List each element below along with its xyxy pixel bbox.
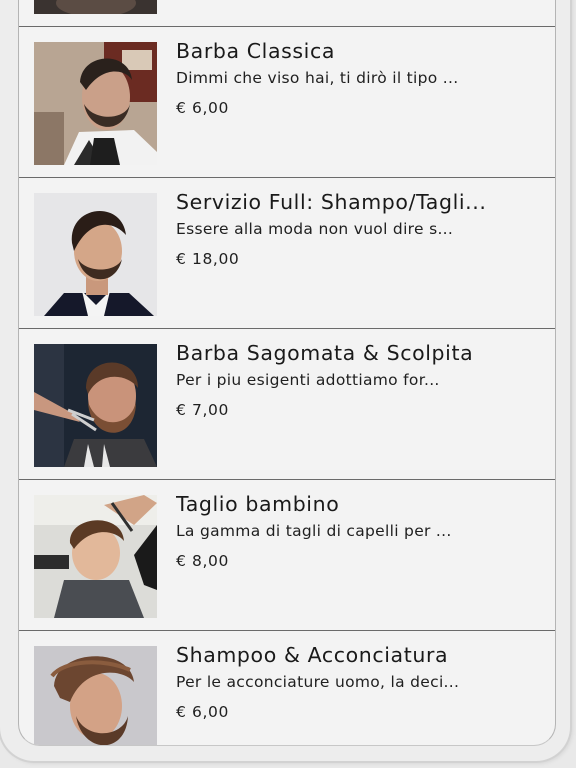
service-title: Barba Classica bbox=[176, 39, 336, 63]
service-price: € 18,00 bbox=[176, 250, 240, 268]
list-item[interactable]: Taglio bambino La gamma di tagli di cape… bbox=[19, 479, 555, 630]
list-item[interactable]: Barba Sagomata & Scolpita Per i piu esig… bbox=[19, 328, 555, 479]
service-title: Shampoo & Acconciatura bbox=[176, 643, 449, 667]
service-thumbnail bbox=[34, 646, 157, 745]
list-item[interactable]: Servizio Full: Shampo/Tagli... Essere al… bbox=[19, 177, 555, 328]
list-item[interactable]: Barba Classica Dimmi che viso hai, ti di… bbox=[19, 26, 555, 177]
service-title: Barba Sagomata & Scolpita bbox=[176, 341, 474, 365]
list-item[interactable]: Shampoo & Acconciatura Per le acconciatu… bbox=[19, 630, 555, 745]
service-thumbnail bbox=[34, 495, 157, 618]
service-thumbnail bbox=[34, 344, 157, 467]
service-description: Per i piu esigenti adottiamo for... bbox=[176, 371, 440, 389]
service-price: € 7,00 bbox=[176, 401, 229, 419]
list-item[interactable] bbox=[19, 0, 555, 26]
service-description: Essere alla moda non vuol dire s... bbox=[176, 220, 454, 238]
service-thumbnail bbox=[34, 42, 157, 165]
service-price: € 6,00 bbox=[176, 703, 229, 721]
service-thumbnail bbox=[34, 0, 157, 14]
service-price: € 8,00 bbox=[176, 552, 229, 570]
service-description: Dimmi che viso hai, ti dirò il tipo ... bbox=[176, 69, 459, 87]
service-price: € 6,00 bbox=[176, 99, 229, 117]
service-title: Servizio Full: Shampo/Tagli... bbox=[176, 190, 487, 214]
service-title: Taglio bambino bbox=[176, 492, 340, 516]
service-description: La gamma di tagli di capelli per ... bbox=[176, 522, 452, 540]
services-list[interactable]: Barba Classica Dimmi che viso hai, ti di… bbox=[18, 0, 556, 746]
service-thumbnail bbox=[34, 193, 157, 316]
service-description: Per le acconciature uomo, la deci... bbox=[176, 673, 460, 691]
